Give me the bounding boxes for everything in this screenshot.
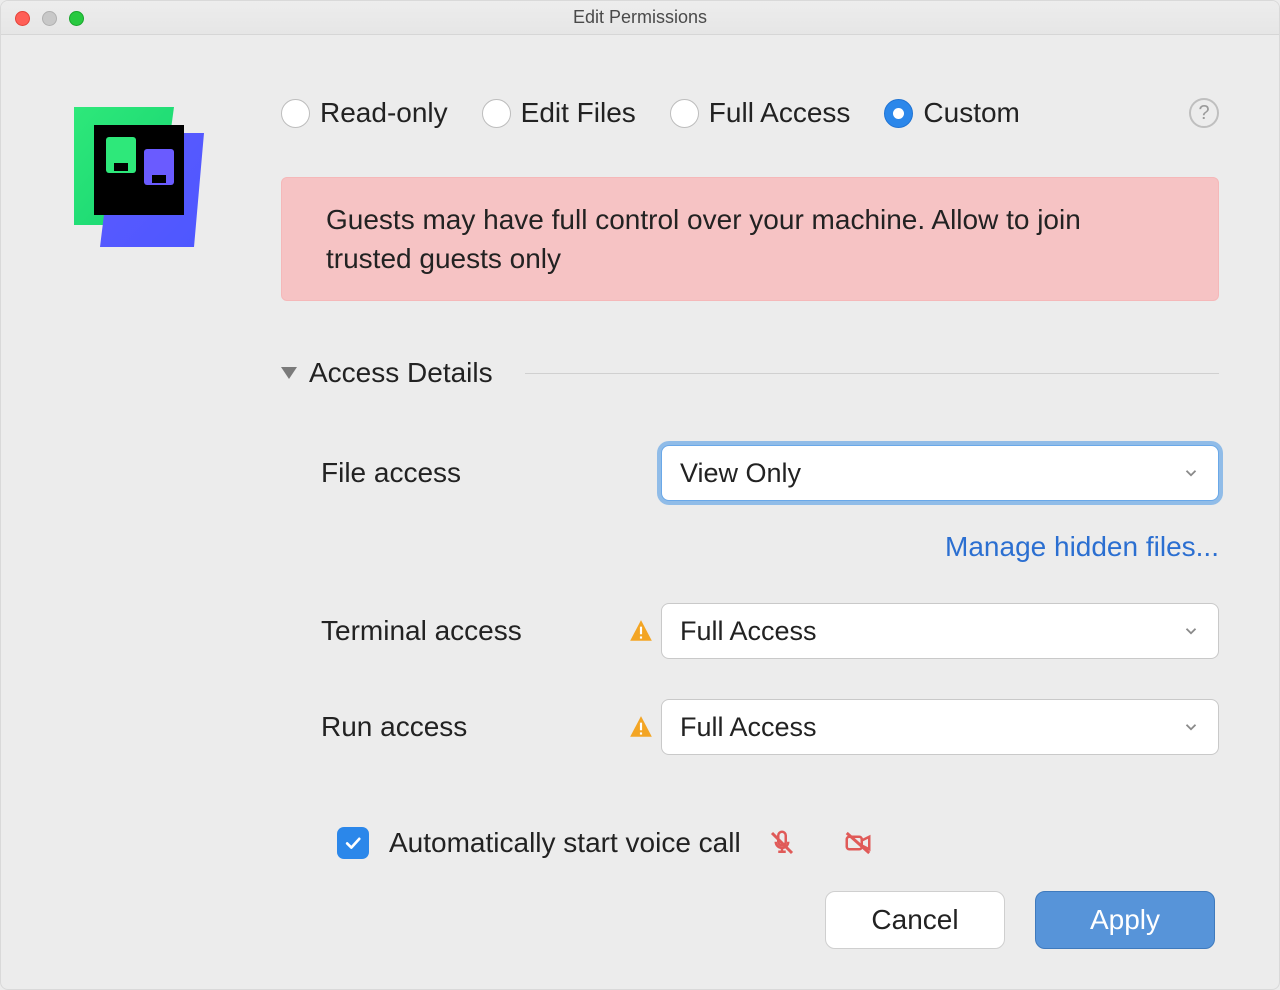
voice-call-row: Automatically start voice call (281, 827, 1219, 859)
auto-voice-call-label: Automatically start voice call (389, 827, 741, 859)
radio-circle-icon (281, 99, 310, 128)
terminal-access-value: Full Access (680, 616, 817, 647)
file-access-label: File access (321, 457, 621, 489)
terminal-access-row: Terminal access Full Access (321, 603, 1219, 659)
chevron-down-icon (1182, 458, 1200, 489)
code-with-me-icon (66, 97, 206, 247)
auto-voice-call-checkbox[interactable] (337, 827, 369, 859)
app-icon (61, 97, 211, 949)
access-details-panel: File access View Only Manage hidden file… (281, 445, 1219, 755)
help-button[interactable]: ? (1189, 98, 1219, 128)
disclosure-triangle-icon (281, 367, 297, 379)
file-access-value: View Only (680, 458, 801, 489)
radio-read-only[interactable]: Read-only (281, 97, 448, 129)
run-access-label: Run access (321, 711, 621, 743)
minimize-window-button[interactable] (42, 11, 57, 26)
edit-permissions-window: Edit Permissions (0, 0, 1280, 990)
radio-read-only-label: Read-only (320, 97, 448, 129)
file-access-row: File access View Only (321, 445, 1219, 501)
check-icon (343, 833, 363, 853)
cancel-button[interactable]: Cancel (825, 891, 1005, 949)
radio-full-access-label: Full Access (709, 97, 851, 129)
warning-banner: Guests may have full control over your m… (281, 177, 1219, 301)
titlebar: Edit Permissions (1, 1, 1279, 35)
chevron-down-icon (1182, 616, 1200, 647)
radio-circle-icon (482, 99, 511, 128)
window-title: Edit Permissions (573, 7, 707, 28)
warning-triangle-icon (627, 618, 655, 644)
access-details-header[interactable]: Access Details (281, 357, 1219, 389)
camera-off-icon (841, 828, 875, 858)
run-access-select[interactable]: Full Access (661, 699, 1219, 755)
button-bar: Cancel Apply (281, 891, 1219, 949)
dialog-body: Read-only Edit Files Full Access Custom … (1, 35, 1279, 989)
terminal-access-label: Terminal access (321, 615, 621, 647)
radio-circle-selected-icon (884, 99, 913, 128)
access-details-label: Access Details (309, 357, 493, 389)
manage-hidden-row: Manage hidden files... (321, 531, 1219, 563)
divider (525, 373, 1219, 374)
mic-muted-icon (767, 828, 797, 858)
file-access-select[interactable]: View Only (661, 445, 1219, 501)
radio-edit-files[interactable]: Edit Files (482, 97, 636, 129)
terminal-access-warning-icon (621, 618, 661, 644)
terminal-access-select[interactable]: Full Access (661, 603, 1219, 659)
run-access-value: Full Access (680, 712, 817, 743)
radio-custom-label: Custom (923, 97, 1019, 129)
permission-preset-radios: Read-only Edit Files Full Access Custom … (281, 97, 1219, 129)
warning-triangle-icon (627, 714, 655, 740)
radio-full-access[interactable]: Full Access (670, 97, 851, 129)
radio-circle-icon (670, 99, 699, 128)
run-access-warning-icon (621, 714, 661, 740)
close-window-button[interactable] (15, 11, 30, 26)
radio-custom[interactable]: Custom (884, 97, 1019, 129)
zoom-window-button[interactable] (69, 11, 84, 26)
window-controls (15, 11, 84, 26)
run-access-row: Run access Full Access (321, 699, 1219, 755)
apply-button[interactable]: Apply (1035, 891, 1215, 949)
chevron-down-icon (1182, 712, 1200, 743)
content-column: Read-only Edit Files Full Access Custom … (281, 97, 1219, 949)
manage-hidden-files-link[interactable]: Manage hidden files... (945, 531, 1219, 563)
radio-edit-files-label: Edit Files (521, 97, 636, 129)
